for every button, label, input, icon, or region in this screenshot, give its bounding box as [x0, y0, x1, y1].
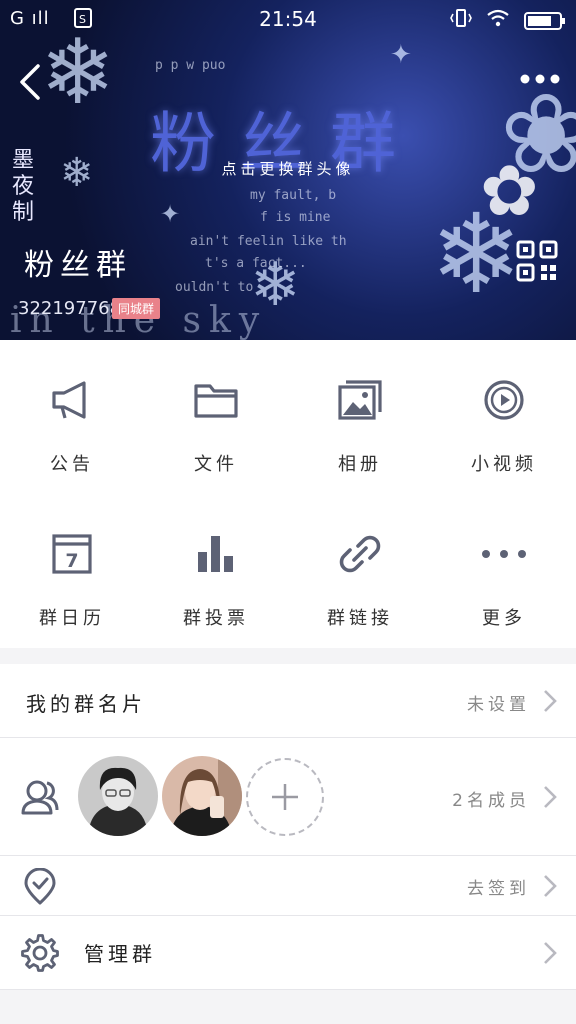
bar-chart-icon — [198, 536, 233, 572]
feature-label: 更多 — [482, 608, 526, 629]
video-play-icon — [484, 380, 524, 420]
more-options-button[interactable] — [518, 64, 562, 94]
megaphone-icon — [52, 381, 86, 419]
member-avatar[interactable] — [162, 756, 242, 836]
feature-more[interactable]: 更多 — [432, 494, 576, 648]
feature-label: 公告 — [50, 454, 94, 475]
background-words-5: t's a fact... — [205, 256, 307, 271]
group-number: 322197768 — [18, 298, 122, 319]
plus-icon — [272, 784, 298, 810]
feature-calendar[interactable]: 7 群日历 — [0, 494, 144, 648]
location-check-icon — [24, 868, 56, 905]
gear-icon — [21, 934, 59, 972]
feature-label: 群日历 — [39, 608, 105, 629]
chevron-left-icon — [20, 64, 40, 100]
qr-code-button[interactable] — [516, 240, 558, 282]
feature-label: 相册 — [338, 454, 382, 475]
background-words-4: ain't feelin like th — [190, 234, 347, 249]
battery-icon — [524, 11, 565, 30]
feature-link[interactable]: 群链接 — [288, 494, 432, 648]
my-group-card-row[interactable]: 我的群名片 未设置 — [0, 664, 576, 738]
feature-grid: 公告 文件 相册 小视频 7 群日历 群投票 群链接 更多 — [0, 340, 576, 648]
background-words-1: p p w puo — [155, 58, 226, 73]
row-title: 我的群名片 — [26, 692, 146, 716]
group-name: 粉丝群 — [24, 248, 132, 283]
member-count: 2名成员 — [452, 791, 530, 811]
snowflake-decoration: ✦ — [160, 200, 181, 228]
status-bar: G ıll S 21:54 — [0, 0, 576, 38]
feature-label: 群投票 — [183, 608, 249, 629]
more-dots-icon — [482, 550, 526, 558]
change-avatar-hint[interactable]: 点击更换群头像 — [0, 158, 576, 179]
add-member-button[interactable] — [246, 758, 324, 836]
calendar-icon: 7 — [52, 534, 92, 574]
feature-short-video[interactable]: 小视频 — [432, 340, 576, 494]
background-words-6: ouldn't to — [175, 280, 254, 295]
more-dots-icon — [520, 74, 560, 84]
row-title: 管理群 — [84, 942, 156, 966]
feature-label: 小视频 — [471, 454, 537, 475]
background-words-3: f is mine — [260, 210, 331, 225]
feature-files[interactable]: 文件 — [144, 340, 288, 494]
feature-vote[interactable]: 群投票 — [144, 494, 288, 648]
group-members-row[interactable]: 2名成员 — [0, 738, 576, 856]
feature-announcement[interactable]: 公告 — [0, 340, 144, 494]
manage-group-row[interactable]: 管理群 — [0, 916, 576, 990]
chevron-right-icon — [544, 875, 557, 897]
members-icon — [21, 780, 59, 815]
snowflake-decoration: ✦ — [390, 40, 412, 70]
calendar-day: 7 — [65, 550, 78, 572]
feature-label: 群链接 — [327, 608, 393, 629]
member-avatar[interactable] — [78, 756, 158, 836]
photo-album-icon — [338, 380, 382, 420]
chevron-right-icon — [544, 786, 557, 808]
feature-label: 文件 — [194, 454, 238, 475]
background-words-2: my fault, b — [250, 188, 337, 203]
chevron-right-icon — [544, 690, 557, 712]
row-value: 未设置 — [467, 695, 530, 715]
city-group-badge: 同城群 — [112, 298, 161, 319]
qr-code-icon — [516, 240, 558, 282]
link-icon — [339, 535, 381, 573]
feature-album[interactable]: 相册 — [288, 340, 432, 494]
check-in-row[interactable]: 去签到 — [0, 856, 576, 916]
chevron-right-icon — [544, 942, 557, 964]
check-in-label: 去签到 — [467, 879, 530, 899]
vibrate-icon — [450, 8, 472, 33]
wifi-icon — [486, 9, 510, 32]
folder-icon — [194, 384, 238, 418]
back-button[interactable] — [12, 60, 52, 104]
group-header-banner[interactable]: ❄ ❀ ❄ ❄ ✿ ✦ ✦ ❄ p p w puo my fault, b f … — [0, 0, 576, 340]
